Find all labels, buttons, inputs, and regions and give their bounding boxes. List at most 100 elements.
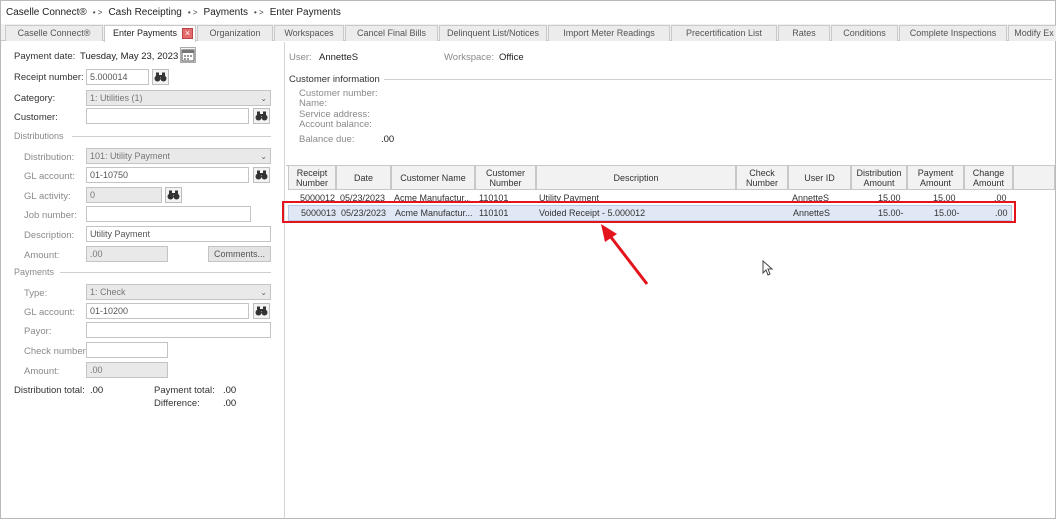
section-divider bbox=[72, 136, 271, 137]
distribution-label: Distribution: bbox=[24, 152, 75, 163]
breadcrumb-item-payments[interactable]: Payments bbox=[204, 7, 248, 18]
calendar-icon[interactable] bbox=[180, 47, 196, 63]
breadcrumb-separator: • > bbox=[187, 7, 198, 17]
column-header-change-amount[interactable]: Change Amount bbox=[964, 165, 1013, 190]
column-header-receipt-number[interactable]: Receipt Number bbox=[288, 165, 336, 190]
close-icon[interactable]: × bbox=[182, 28, 193, 39]
binoculars-icon[interactable] bbox=[253, 108, 270, 124]
distribution-select[interactable]: 101: Utility Payment ⌄ bbox=[86, 148, 271, 164]
customer-info-title: Customer information bbox=[289, 74, 380, 85]
tab-complete-inspections[interactable]: Complete Inspections bbox=[899, 25, 1007, 41]
workspace-label: Workspace: bbox=[444, 52, 494, 63]
tab-workspaces[interactable]: Workspaces bbox=[274, 25, 344, 41]
payments-section-title: Payments bbox=[14, 267, 55, 277]
distribution-select-value: 101: Utility Payment bbox=[90, 151, 171, 161]
column-header-payment-amount[interactable]: Payment Amount bbox=[907, 165, 964, 190]
column-header-check-number[interactable]: Check Number bbox=[736, 165, 788, 190]
column-header-user-id[interactable]: User ID bbox=[788, 165, 851, 190]
amount-label: Amount: bbox=[24, 250, 60, 261]
account-balance-label: Account balance: bbox=[299, 119, 372, 130]
tab-strip: Caselle Connect® Enter Payments × Organi… bbox=[1, 24, 1056, 42]
distribution-total-label: Distribution total: bbox=[14, 385, 85, 396]
difference-value: .00 bbox=[223, 398, 237, 409]
column-header-customer-name[interactable]: Customer Name bbox=[391, 165, 475, 190]
tab-modify-ex[interactable]: Modify Ex bbox=[1008, 25, 1056, 41]
payment-date-value: Tuesday, May 23, 2023 bbox=[80, 51, 179, 62]
mouse-cursor-icon bbox=[762, 260, 774, 276]
payment-type-select[interactable]: 1: Check ⌄ bbox=[86, 284, 271, 300]
type-label: Type: bbox=[24, 288, 48, 299]
distribution-total-value: .00 bbox=[90, 385, 104, 396]
comments-button[interactable]: Comments... bbox=[208, 246, 271, 262]
annotation-arrow-icon bbox=[601, 224, 649, 285]
tab-conditions[interactable]: Conditions bbox=[831, 25, 898, 41]
user-value: AnnetteS bbox=[319, 52, 359, 63]
column-header-customer-number[interactable]: Customer Number bbox=[475, 165, 536, 190]
tab-cancel-final-bills[interactable]: Cancel Final Bills bbox=[345, 25, 438, 41]
payment-gl-account-field[interactable]: 01-10200 bbox=[86, 303, 249, 319]
column-header-spacer bbox=[1013, 165, 1055, 190]
gl-activity-label: GL activity: bbox=[24, 191, 71, 202]
breadcrumb-separator: • > bbox=[92, 7, 103, 17]
description-label: Description: bbox=[24, 230, 75, 241]
tab-label: Enter Payments bbox=[113, 28, 178, 38]
highlight-box bbox=[282, 201, 1016, 223]
binoculars-icon[interactable] bbox=[152, 69, 169, 85]
customer-field[interactable] bbox=[86, 108, 249, 124]
column-header-description[interactable]: Description bbox=[536, 165, 736, 190]
payor-label: Payor: bbox=[24, 326, 52, 337]
binoculars-icon[interactable] bbox=[165, 187, 182, 203]
job-number-field[interactable] bbox=[86, 206, 251, 222]
tab-delinquent-list[interactable]: Delinquent List/Notices bbox=[439, 25, 547, 41]
balance-due-label: Balance due: bbox=[299, 134, 355, 145]
job-number-label: Job number: bbox=[24, 210, 77, 221]
difference-label: Difference: bbox=[154, 398, 200, 409]
payment-date-label: Payment date: bbox=[14, 51, 76, 62]
column-header-date[interactable]: Date bbox=[336, 165, 391, 190]
category-select[interactable]: 1: Utilities (1) ⌄ bbox=[86, 90, 271, 106]
breadcrumb-separator: • > bbox=[254, 7, 264, 17]
balance-due-value: .00 bbox=[381, 134, 395, 145]
breadcrumb-item-caselle-connect[interactable]: Caselle Connect® bbox=[6, 7, 87, 18]
gl-activity-field[interactable]: 0 bbox=[86, 187, 162, 203]
workspace-value: Office bbox=[499, 52, 524, 63]
tab-import-meter-readings[interactable]: Import Meter Readings bbox=[548, 25, 670, 41]
check-number-label: Check number: bbox=[24, 346, 89, 357]
gl-account-field[interactable]: 01-10750 bbox=[86, 167, 249, 183]
breadcrumb-item-cash-receipting[interactable]: Cash Receipting bbox=[108, 7, 181, 18]
tab-organization[interactable]: Organization bbox=[197, 25, 273, 41]
payment-type-select-value: 1: Check bbox=[90, 287, 126, 297]
payment-total-value: .00 bbox=[223, 385, 237, 396]
payor-field[interactable] bbox=[86, 322, 271, 338]
distributions-section-title: Distributions bbox=[14, 131, 64, 141]
column-header-distribution-amount[interactable]: Distribution Amount bbox=[851, 165, 907, 190]
user-label: User: bbox=[289, 52, 312, 63]
category-label: Category: bbox=[14, 93, 56, 104]
binoculars-icon[interactable] bbox=[253, 167, 270, 183]
category-select-value: 1: Utilities (1) bbox=[90, 93, 143, 103]
payment-total-label: Payment total: bbox=[154, 385, 215, 396]
chevron-down-icon: ⌄ bbox=[260, 152, 267, 161]
check-number-field[interactable] bbox=[86, 342, 168, 358]
customer-label: Customer: bbox=[14, 112, 58, 123]
payment-amount-field[interactable]: .00 bbox=[86, 362, 168, 378]
section-divider bbox=[60, 272, 271, 273]
receipt-number-label: Receipt number: bbox=[14, 72, 84, 83]
binoculars-icon[interactable] bbox=[253, 303, 270, 319]
tab-precertification-list[interactable]: Precertification List bbox=[671, 25, 777, 41]
receipt-number-field[interactable]: 5.000014 bbox=[86, 69, 149, 85]
tab-rates[interactable]: Rates bbox=[778, 25, 830, 41]
tab-caselle-connect[interactable]: Caselle Connect® bbox=[5, 25, 103, 41]
breadcrumb-item-enter-payments[interactable]: Enter Payments bbox=[270, 7, 341, 18]
payment-gl-account-label: GL account: bbox=[24, 307, 75, 318]
name-label: Name: bbox=[299, 98, 327, 109]
chevron-down-icon: ⌄ bbox=[260, 288, 267, 297]
chevron-down-icon: ⌄ bbox=[260, 94, 267, 103]
breadcrumb: Caselle Connect® • > Cash Receipting • >… bbox=[1, 1, 1055, 23]
tab-enter-payments[interactable]: Enter Payments × bbox=[104, 25, 196, 42]
amount-field[interactable]: .00 bbox=[86, 246, 168, 262]
payment-amount-label: Amount: bbox=[24, 366, 60, 377]
gl-account-label: GL account: bbox=[24, 171, 75, 182]
section-divider bbox=[384, 79, 1052, 80]
description-field[interactable]: Utility Payment bbox=[86, 226, 271, 242]
